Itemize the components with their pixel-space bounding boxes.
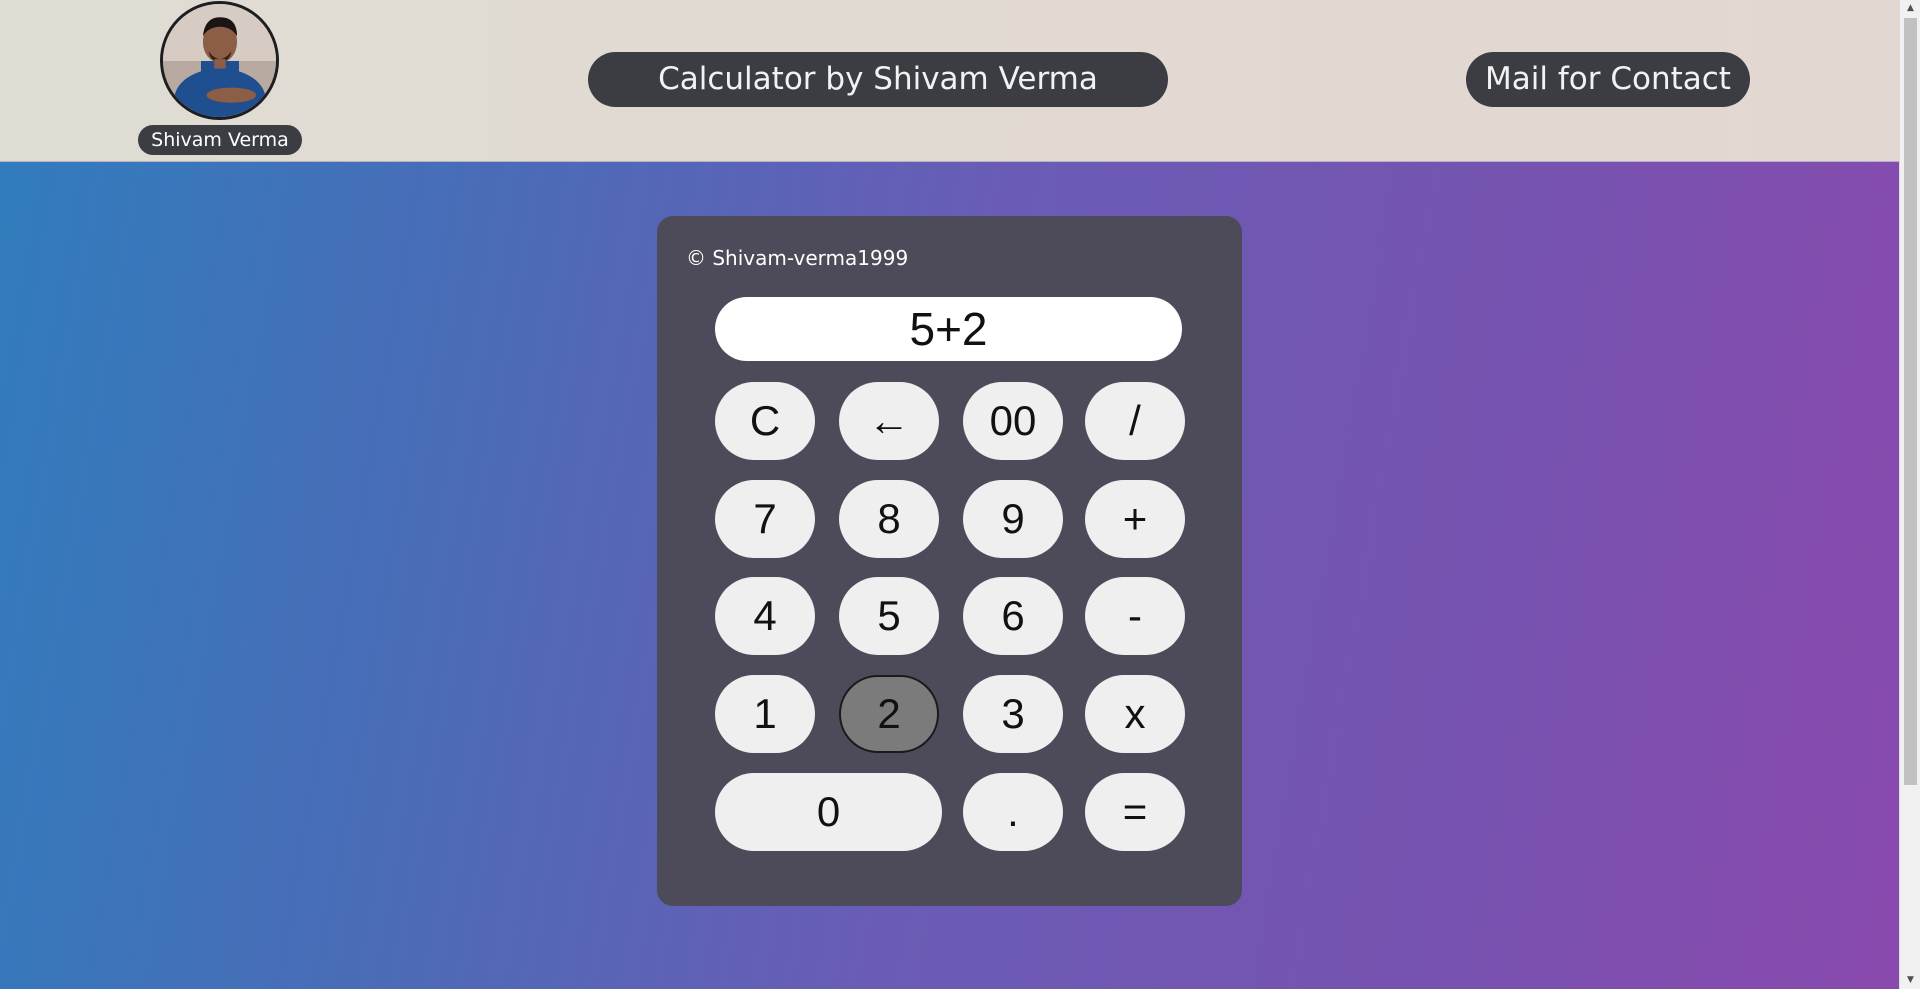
digit-4-button[interactable]: 4 xyxy=(715,577,815,655)
digit-8-button[interactable]: 8 xyxy=(839,480,939,558)
header-bar: Shivam Verma Calculator by Shivam Verma … xyxy=(0,0,1899,162)
multiply-button[interactable]: x xyxy=(1085,675,1185,753)
avatar[interactable] xyxy=(160,1,279,120)
scroll-up-icon[interactable]: ▲ xyxy=(1900,0,1920,17)
backspace-button[interactable]: ← xyxy=(839,382,939,460)
avatar-photo-icon xyxy=(163,4,276,117)
digit-9-button[interactable]: 9 xyxy=(963,480,1063,558)
calculator-panel: © Shivam-verma1999 C ← 00 / 7 8 9 + 4 5 … xyxy=(657,216,1242,906)
plus-button[interactable]: + xyxy=(1085,480,1185,558)
equals-button[interactable]: = xyxy=(1085,773,1185,851)
digit-5-button[interactable]: 5 xyxy=(839,577,939,655)
double-zero-button[interactable]: 00 xyxy=(963,382,1063,460)
copyright-text: © Shivam-verma1999 xyxy=(686,246,909,270)
digit-1-button[interactable]: 1 xyxy=(715,675,815,753)
calculator-display[interactable] xyxy=(715,297,1182,361)
decimal-button[interactable]: . xyxy=(963,773,1063,851)
digit-3-button[interactable]: 3 xyxy=(963,675,1063,753)
digit-7-button[interactable]: 7 xyxy=(715,480,815,558)
profile-name: Shivam Verma xyxy=(138,125,302,155)
minus-button[interactable]: - xyxy=(1085,577,1185,655)
digit-6-button[interactable]: 6 xyxy=(963,577,1063,655)
page-title: Calculator by Shivam Verma xyxy=(588,52,1168,107)
scroll-down-icon[interactable]: ▼ xyxy=(1900,972,1920,989)
digit-0-button[interactable]: 0 xyxy=(715,773,942,851)
scrollbar-thumb[interactable] xyxy=(1904,18,1917,785)
contact-mail-button[interactable]: Mail for Contact xyxy=(1466,52,1750,107)
divide-button[interactable]: / xyxy=(1085,382,1185,460)
digit-2-button[interactable]: 2 xyxy=(839,675,939,753)
clear-button[interactable]: C xyxy=(715,382,815,460)
vertical-scrollbar[interactable]: ▲ ▼ xyxy=(1899,0,1920,989)
